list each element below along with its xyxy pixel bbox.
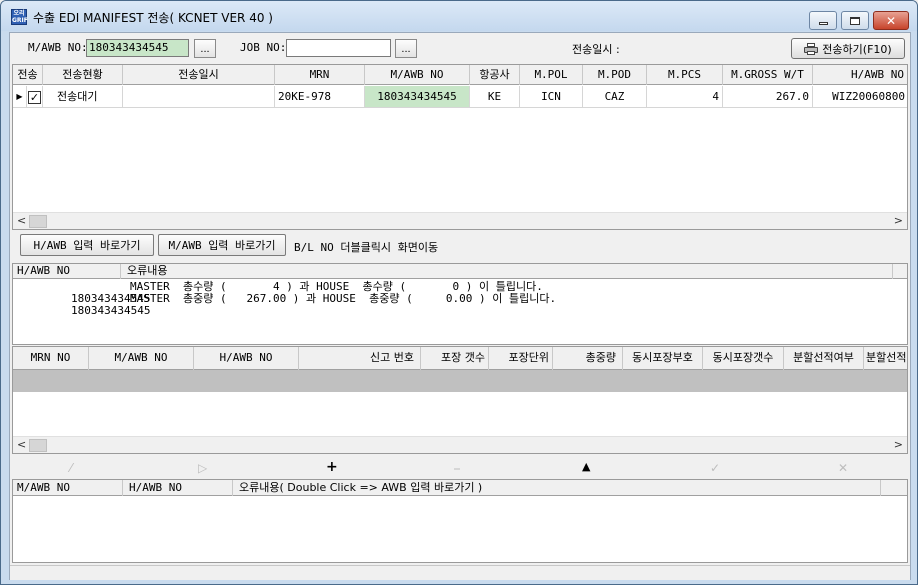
send-date-label: 전송일시 :	[572, 43, 620, 56]
pol-cell: ICN	[520, 86, 583, 108]
scroll-thumb[interactable]	[29, 439, 47, 452]
window-title: 수출 EDI MANIFEST 전송( KCNET VER 40 )	[33, 11, 273, 25]
minimize-button[interactable]	[809, 11, 837, 30]
up-icon[interactable]: ▲	[582, 460, 590, 473]
main-panel: M/AWB NO: 180343434545 ... JOB NO: ... 전…	[9, 32, 911, 580]
maximize-button[interactable]	[841, 11, 869, 30]
col-error-msg[interactable]: 오류내용	[121, 264, 893, 279]
send-button-label: 전송하기(F10)	[822, 42, 892, 56]
house-grid: MRN NO M/AWB NO H/AWB NO 신고 번호 포장 갯수 포장단…	[12, 346, 908, 454]
col-mrn[interactable]: MRN	[275, 65, 365, 85]
close-icon: ✕	[885, 13, 897, 28]
app-logo-icon: 오리 GRIF	[11, 9, 28, 25]
scroll-right-icon[interactable]: >	[894, 214, 903, 227]
scroll-left-icon[interactable]: <	[17, 438, 26, 451]
bottom-grid-header: M/AWB NO H/AWB NO 오류내용( Double Click => …	[13, 480, 907, 496]
mawb-input[interactable]: 180343434545	[86, 39, 189, 57]
col-pol[interactable]: M.POL	[520, 65, 583, 85]
first-icon[interactable]: ⁄	[70, 461, 72, 475]
send-checkbox-cell: ✓	[27, 86, 43, 108]
save-icon[interactable]: ✓	[710, 461, 720, 475]
prev-icon[interactable]: ▷	[198, 461, 207, 475]
col-error-hawb[interactable]: H/AWB NO	[13, 264, 121, 279]
close-button[interactable]: ✕	[873, 11, 909, 30]
hint-text: B/L NO 더블클릭시 화면이동	[294, 241, 439, 254]
gross-cell: 267.0	[723, 86, 813, 108]
mawb-goto-button[interactable]: M/AWB 입력 바로가기	[158, 234, 286, 256]
col-airline[interactable]: 항공사	[470, 65, 520, 85]
house-grid-scrollbar[interactable]: < >	[13, 436, 907, 453]
row-indicator-icon: ▶	[13, 86, 27, 108]
status-bar	[10, 565, 910, 580]
col-house-mrn[interactable]: MRN NO	[13, 347, 89, 370]
master-grid-scrollbar[interactable]: < >	[13, 212, 907, 229]
app-window: 오리 GRIF 수출 EDI MANIFEST 전송( KCNET VER 40 …	[0, 0, 918, 585]
col-house-pack-count[interactable]: 동시포장갯수	[703, 347, 784, 370]
title-bar: 오리 GRIF 수출 EDI MANIFEST 전송( KCNET VER 40 …	[1, 1, 917, 31]
mawb-cell[interactable]: 180343434545	[365, 86, 470, 108]
col-bottom-error[interactable]: 오류내용( Double Click => AWB 입력 바로가기 )	[233, 480, 881, 496]
col-house-pack-code[interactable]: 동시포장부호	[623, 347, 703, 370]
status-cell: 전송대기	[43, 86, 123, 108]
error-message: MASTER 총중량 ( 267.00 ) 과 HOUSE 총중량 ( 0.00…	[130, 292, 557, 305]
cancel-icon[interactable]: ✕	[838, 461, 848, 475]
error-grid: H/AWB NO 오류내용 180343434545 MASTER 총수량 ( …	[12, 263, 908, 345]
send-checkbox[interactable]: ✓	[28, 91, 41, 104]
col-bottom-hawb[interactable]: H/AWB NO	[123, 480, 233, 496]
mrn-cell: 20KE-978	[275, 86, 365, 108]
mawb-label: M/AWB NO:	[28, 41, 88, 54]
col-send-time[interactable]: 전송일시	[123, 65, 275, 85]
table-row[interactable]	[13, 370, 907, 392]
col-house-pkg-count[interactable]: 포장 갯수	[421, 347, 489, 370]
scroll-left-icon[interactable]: <	[17, 214, 26, 227]
table-row[interactable]: ▶ ✓ 전송대기 20KE-978 180343434545 KE ICN CA…	[13, 86, 907, 108]
send-button[interactable]: 전송하기(F10)	[791, 38, 905, 59]
col-house-gross[interactable]: 총중량	[553, 347, 623, 370]
error-hawb: 180343434545	[70, 304, 151, 317]
scroll-right-icon[interactable]: >	[894, 438, 903, 451]
col-pod[interactable]: M.POD	[583, 65, 647, 85]
master-grid-header: 전송 전송현황 전송일시 MRN M/AWB NO 항공사 M.POL M.PO…	[13, 65, 907, 85]
delete-icon[interactable]: ⎯	[454, 461, 460, 476]
col-send[interactable]: 전송	[13, 65, 43, 85]
maximize-icon	[850, 16, 860, 25]
col-bottom-mawb[interactable]: M/AWB NO	[13, 480, 123, 496]
mawb-search-button[interactable]: ...	[194, 39, 216, 58]
minimize-icon	[818, 21, 828, 25]
col-status[interactable]: 전송현황	[43, 65, 123, 85]
airline-cell: KE	[470, 86, 520, 108]
col-mawb[interactable]: M/AWB NO	[365, 65, 470, 85]
job-input[interactable]	[286, 39, 391, 57]
col-house-split-2[interactable]: 분할선적	[864, 347, 907, 370]
job-label: JOB NO:	[240, 41, 287, 54]
col-pcs[interactable]: M.PCS	[647, 65, 723, 85]
add-icon[interactable]: +	[326, 459, 338, 475]
send-time-cell	[123, 86, 275, 108]
col-house-hawb[interactable]: H/AWB NO	[194, 347, 299, 370]
record-navigator: ⁄ ▷ + ⎯ ▲ ✓ ✕	[10, 457, 910, 479]
pod-cell: CAZ	[583, 86, 647, 108]
hawb-goto-button[interactable]: H/AWB 입력 바로가기	[20, 234, 154, 256]
job-search-button[interactable]: ...	[395, 39, 417, 58]
printer-icon	[804, 42, 819, 55]
house-grid-header: MRN NO M/AWB NO H/AWB NO 신고 번호 포장 갯수 포장단…	[13, 347, 907, 370]
col-hawb[interactable]: H/AWB NO	[813, 65, 907, 85]
col-house-pkg-unit[interactable]: 포장단위	[489, 347, 553, 370]
hawb-cell[interactable]: WIZ20060800	[813, 86, 907, 108]
scroll-thumb[interactable]	[29, 215, 47, 228]
pcs-cell: 4	[647, 86, 723, 108]
col-gross[interactable]: M.GROSS W/T	[723, 65, 813, 85]
bottom-grid: M/AWB NO H/AWB NO 오류내용( Double Click => …	[12, 479, 908, 563]
col-house-decl-no[interactable]: 신고 번호	[299, 347, 421, 370]
col-house-mawb[interactable]: M/AWB NO	[89, 347, 194, 370]
col-house-split[interactable]: 분할선적여부	[784, 347, 864, 370]
error-grid-header: H/AWB NO 오류내용	[13, 264, 907, 279]
master-grid: 전송 전송현황 전송일시 MRN M/AWB NO 항공사 M.POL M.PO…	[12, 64, 908, 230]
